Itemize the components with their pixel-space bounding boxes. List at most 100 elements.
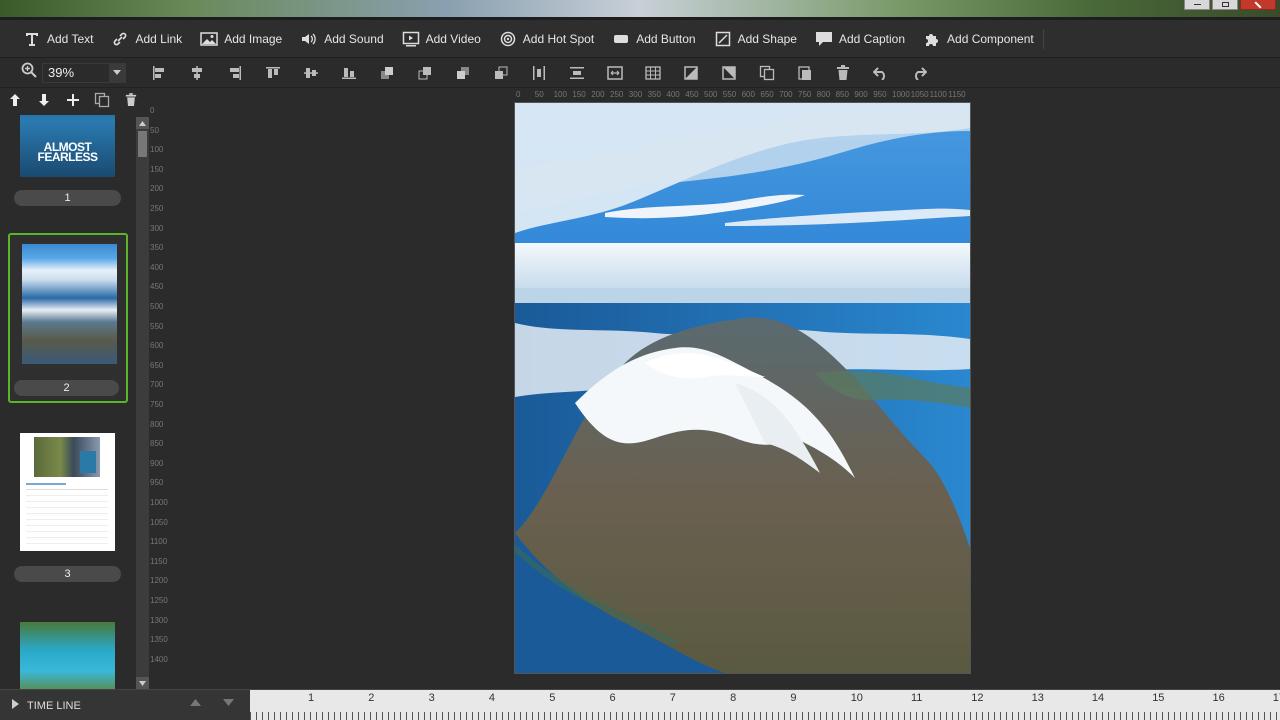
horizontal-ruler-tick: 600 (741, 90, 755, 99)
horizontal-ruler-tick: 1100 (929, 90, 947, 99)
horizontal-ruler-tick: 550 (722, 90, 737, 99)
scroll-up-icon[interactable] (136, 117, 149, 129)
page-list-scrollbar[interactable] (136, 117, 149, 689)
redo-icon[interactable] (900, 60, 938, 86)
timeline-tick: 9 (790, 692, 797, 704)
add-page-button[interactable] (58, 89, 87, 115)
vertical-ruler-tick: 950 (150, 478, 164, 488)
page-list-panel: ALMOST FEARLESS 1 2 3 (0, 89, 150, 689)
timeline-ruler[interactable]: 1234567891011121314151617 (250, 690, 1280, 720)
page-4-preview (20, 622, 115, 689)
grid-icon[interactable] (634, 60, 672, 86)
align-right-icon[interactable] (216, 60, 254, 86)
vertical-ruler-tick: 800 (150, 419, 164, 429)
fit-width-icon[interactable] (596, 60, 634, 86)
align-center-icon[interactable] (178, 60, 216, 86)
timeline-ticks (250, 712, 1280, 720)
move-page-up-button[interactable] (0, 89, 29, 115)
play-icon[interactable] (12, 699, 19, 712)
timeline-down-icon[interactable] (223, 697, 234, 709)
vertical-ruler-tick: 1400 (150, 654, 168, 664)
add-hot-spot-button[interactable]: Add Hot Spot (490, 24, 603, 54)
move-page-down-button[interactable] (29, 89, 58, 115)
minimize-button[interactable] (1184, 0, 1210, 10)
add-caption-button[interactable]: Add Caption (806, 24, 914, 54)
add-video-button[interactable]: Add Video (393, 24, 490, 54)
vertical-ruler-tick: 0 (150, 106, 155, 115)
horizontal-ruler-tick: 500 (704, 90, 718, 99)
vertical-ruler-tick: 700 (150, 380, 164, 390)
timeline-tick: 6 (609, 692, 616, 704)
add-link-button[interactable]: Add Link (102, 24, 191, 54)
bring-front-icon[interactable] (368, 60, 406, 86)
insert-toolbar: Add Text Add Link Add Image Add Sound Ad… (0, 20, 1280, 58)
align-left-icon[interactable] (140, 60, 178, 86)
horizontal-ruler-tick: 850 (835, 90, 849, 99)
horizontal-ruler-tick: 800 (816, 90, 831, 99)
vertical-ruler-tick: 1300 (150, 615, 168, 625)
horizontal-ruler-tick: 150 (572, 90, 586, 99)
scroll-down-icon[interactable] (136, 677, 149, 689)
timeline-up-icon[interactable] (190, 697, 201, 709)
page-thumbnail-1[interactable]: ALMOST FEARLESS 1 (8, 115, 128, 206)
vertical-ruler-tick: 450 (150, 282, 164, 292)
send-backward-icon[interactable] (444, 60, 482, 86)
vertical-ruler-tick: 1050 (150, 517, 168, 527)
duplicate-page-button[interactable] (87, 89, 116, 115)
maximize-button[interactable] (1212, 0, 1238, 10)
page-thumbnail-3[interactable]: 3 (8, 433, 128, 583)
page-thumbnail-2[interactable]: 2 (8, 233, 128, 403)
zoom-select[interactable]: 39% (42, 62, 126, 83)
timeline-panel: TIME LINE 1234567891011121314151617 (0, 689, 1280, 720)
align-middle-icon[interactable] (292, 60, 330, 86)
flip-h-icon[interactable] (672, 60, 710, 86)
timeline-tick: 10 (850, 692, 863, 704)
timeline-tick: 16 (1212, 692, 1225, 704)
page-canvas[interactable] (515, 103, 970, 673)
canvas-area[interactable] (172, 101, 1280, 689)
timeline-tick: 1 (308, 692, 315, 704)
vertical-ruler-tick: 300 (150, 223, 164, 233)
page-1-preview: ALMOST FEARLESS (20, 115, 115, 177)
add-shape-button[interactable]: Add Shape (705, 24, 806, 54)
align-top-icon[interactable] (254, 60, 292, 86)
scrollbar-thumb[interactable] (138, 131, 147, 157)
timeline-label: TIME LINE (27, 699, 81, 712)
zoom-icon[interactable] (20, 61, 38, 84)
bring-forward-icon[interactable] (406, 60, 444, 86)
page-3-preview (20, 433, 115, 551)
horizontal-ruler-tick: 200 (591, 90, 605, 99)
app-window: Add Text Add Link Add Image Add Sound Ad… (0, 0, 1280, 720)
undo-icon[interactable] (862, 60, 900, 86)
timeline-tick: 12 (971, 692, 984, 704)
vertical-ruler-tick: 550 (150, 321, 164, 331)
add-text-button[interactable]: Add Text (14, 24, 102, 54)
vertical-ruler-tick: 350 (150, 243, 164, 253)
vertical-ruler-tick: 1350 (150, 635, 168, 645)
duplicate-icon (94, 92, 110, 113)
distribute-v-icon[interactable] (558, 60, 596, 86)
paste-icon[interactable] (786, 60, 824, 86)
align-bottom-icon[interactable] (330, 60, 368, 86)
send-back-icon[interactable] (482, 60, 520, 86)
add-button-button[interactable]: Add Button (603, 24, 704, 54)
page-number-3: 3 (14, 566, 121, 582)
flip-v-icon[interactable] (710, 60, 748, 86)
vertical-ruler-tick: 650 (150, 360, 164, 370)
page-thumbnail-4[interactable] (8, 622, 128, 689)
delete-icon[interactable] (824, 60, 862, 86)
horizontal-ruler-tick: 100 (553, 90, 567, 99)
distribute-h-icon[interactable] (520, 60, 558, 86)
chevron-down-icon[interactable] (109, 63, 125, 82)
timeline-header[interactable]: TIME LINE (0, 690, 250, 720)
close-button[interactable] (1240, 0, 1276, 10)
mountain-photo[interactable] (515, 103, 970, 673)
add-component-button[interactable]: Add Component (914, 24, 1043, 54)
copy-icon[interactable] (748, 60, 786, 86)
horizontal-ruler-tick: 50 (534, 90, 544, 99)
add-image-button[interactable]: Add Image (191, 24, 291, 54)
delete-page-button[interactable] (116, 89, 145, 115)
add-shape-label: Add Shape (737, 31, 797, 46)
horizontal-ruler-tick: 0 (516, 90, 521, 99)
add-sound-button[interactable]: Add Sound (291, 24, 392, 54)
